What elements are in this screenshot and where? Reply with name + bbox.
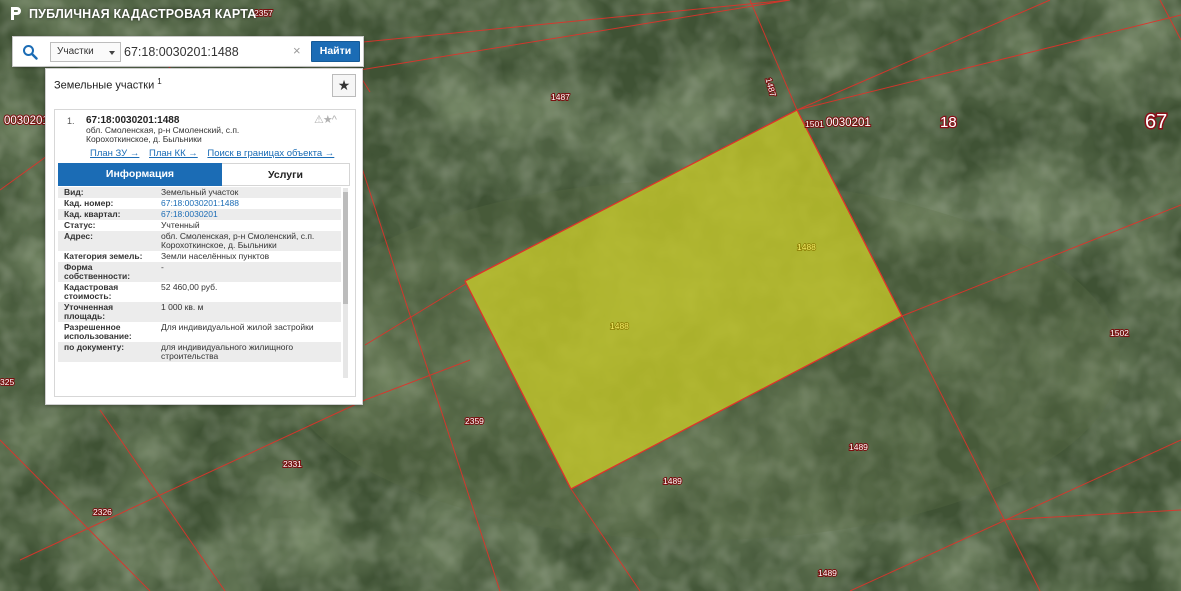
- plan-kk-link[interactable]: План КК →: [149, 148, 198, 159]
- info-value: для индивидуального жилищного строительс…: [155, 342, 341, 362]
- search-type-label: Участки: [57, 46, 94, 57]
- map-label-1489-a: 1489: [849, 442, 868, 452]
- table-row: Адрес: обл. Смоленская, р-н Смоленский, с…: [58, 231, 341, 251]
- scrollbar-thumb[interactable]: [343, 192, 348, 304]
- map-label-1489-c: 1489: [818, 568, 837, 578]
- info-key: Адрес:: [58, 231, 155, 251]
- table-row: Уточненная площадь: 1 000 кв. м: [58, 302, 341, 322]
- map-label-1488-b: 1488: [610, 321, 629, 331]
- info-key: по документу:: [58, 342, 155, 362]
- info-key: Вид:: [58, 187, 155, 198]
- info-key: Уточненная площадь:: [58, 302, 155, 322]
- favorites-button[interactable]: ★: [332, 74, 356, 97]
- plan-zu-link[interactable]: План ЗУ →: [90, 148, 139, 159]
- search-icon[interactable]: [22, 44, 38, 60]
- info-scrollbar[interactable]: [343, 188, 348, 378]
- result-address-line2: Корохоткинское, д. Быльники: [86, 134, 202, 144]
- info-key: Кадастровая стоимость:: [64, 282, 119, 301]
- info-value: Земли населённых пунктов: [161, 251, 270, 261]
- map-label-1502: 1502: [1110, 328, 1129, 338]
- info-key: Категория земель:: [64, 251, 143, 261]
- tab-information[interactable]: Информация: [58, 163, 222, 186]
- info-value: -: [155, 262, 341, 282]
- info-value: Земельный участок: [155, 187, 341, 198]
- info-table: Вид: Земельный участок Кад. номер: 67:18:0…: [58, 187, 341, 362]
- table-row: Кадастровая стоимость: 52 460,00 руб.: [58, 282, 341, 302]
- info-value: Для индивидуальной жилой застройки: [161, 322, 314, 332]
- clear-icon[interactable]: ×: [293, 43, 301, 58]
- result-links: План ЗУ → План КК → Поиск в границах объ…: [90, 148, 341, 159]
- map-label-2331: 2331: [283, 459, 302, 469]
- map-label-quarter-left: 0030201: [4, 115, 49, 127]
- info-key: Форма собственности:: [58, 262, 155, 282]
- panel-title-text: Земельные участки: [54, 79, 155, 92]
- map-label-1487: 1487: [551, 92, 570, 102]
- map-label-2357: 2357: [254, 8, 273, 18]
- map-label-1489-b: 1489: [663, 476, 682, 486]
- info-key: Статус:: [64, 220, 96, 230]
- map-label-quarter-right: 0030201: [826, 117, 871, 129]
- info-key: Кад. квартал:: [58, 209, 155, 220]
- app-header: ПУБЛИЧНАЯ КАДАСТРОВАЯ КАРТА: [10, 6, 256, 21]
- rosreestr-logo-icon: [11, 7, 21, 20]
- map-label-region-67: 67: [1145, 111, 1167, 133]
- result-index: 1.: [67, 116, 75, 126]
- find-button[interactable]: Найти: [311, 41, 360, 62]
- result-address: обл. Смоленская, р-н Смоленский, с.п. Ко…: [86, 126, 266, 144]
- cadastral-quarter-link[interactable]: 67:18:0030201: [161, 209, 218, 219]
- chevron-down-icon: [109, 51, 115, 55]
- table-row: Категория земель: Земли населённых пункто…: [58, 251, 341, 262]
- table-row: Статус: Учтенный: [58, 220, 341, 231]
- table-row: Кад. квартал: 67:18:0030201: [58, 209, 341, 220]
- search-in-bounds-link[interactable]: Поиск в границах объекта →: [207, 148, 334, 159]
- star-icon: ★: [337, 77, 351, 93]
- tab-services[interactable]: Услуги: [222, 163, 350, 186]
- results-count: 1: [157, 77, 162, 86]
- info-value: Учтенный: [161, 220, 200, 230]
- card-actions-icons[interactable]: ⚠★^: [314, 113, 337, 126]
- info-value: обл. Смоленская, р-н Смоленский, с.п. Ко…: [155, 231, 341, 251]
- map-label-2359: 2359: [465, 416, 484, 426]
- map-label-1488-a: 1488: [797, 242, 816, 252]
- table-row: Форма собственности: -: [58, 262, 341, 282]
- table-row: Кад. номер: 67:18:0030201:1488: [58, 198, 341, 209]
- results-panel: Земельные участки 1 ★ 1. 67:18:0030201:1…: [45, 68, 363, 405]
- cadastral-number-link[interactable]: 67:18:0030201:1488: [161, 198, 239, 208]
- search-bar: Участки × Найти: [12, 36, 364, 67]
- info-value: 52 460,00 руб.: [161, 282, 218, 292]
- search-type-select[interactable]: Участки: [50, 42, 121, 62]
- info-value: 1 000 кв. м: [155, 302, 341, 322]
- result-card[interactable]: 1. 67:18:0030201:1488 обл. Смоленская, р…: [54, 109, 356, 397]
- map-label-325: 325: [0, 377, 14, 387]
- map-label-2326: 2326: [93, 507, 112, 517]
- search-input[interactable]: [124, 42, 310, 62]
- table-row: Разрешенное использование: Для индивидуал…: [58, 322, 341, 342]
- table-row: Вид: Земельный участок: [58, 187, 341, 198]
- map-label-1501: 1501: [805, 119, 824, 129]
- panel-title: Земельные участки 1: [54, 77, 162, 92]
- info-key: Кад. номер:: [64, 198, 114, 208]
- result-tabs: Информация Услуги: [58, 163, 350, 186]
- app-title: ПУБЛИЧНАЯ КАДАСТРОВАЯ КАРТА: [29, 6, 257, 21]
- info-key: Разрешенное использование:: [64, 322, 132, 341]
- table-row: по документу: для индивидуального жилищно…: [58, 342, 341, 362]
- map-label-district-18: 18: [940, 114, 957, 131]
